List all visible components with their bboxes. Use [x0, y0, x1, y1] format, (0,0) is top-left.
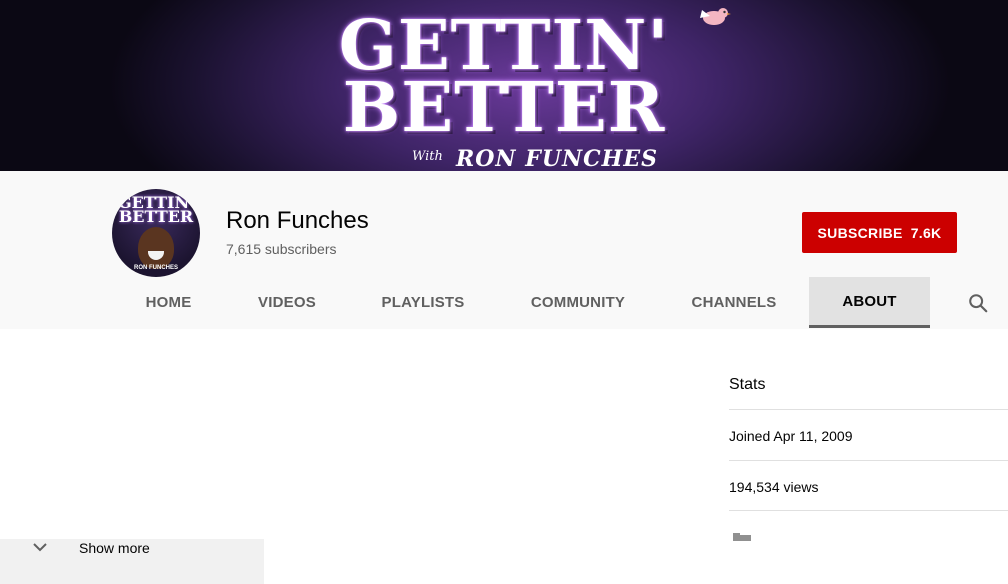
- chevron-down-icon: [33, 543, 47, 552]
- subscribe-label: SUBSCRIBE: [817, 224, 903, 241]
- tab-videos[interactable]: VIDEOS: [244, 277, 330, 328]
- avatar-face: [138, 227, 174, 269]
- tab-community[interactable]: COMMUNITY: [515, 277, 641, 328]
- search-icon: [969, 294, 988, 313]
- subscriber-count: 7,615 subscribers: [226, 241, 337, 257]
- stats-views: 194,534 views: [729, 479, 819, 495]
- stats-divider: [729, 510, 1008, 540]
- tab-channels[interactable]: CHANNELS: [677, 277, 791, 328]
- show-more-label: Show more: [79, 540, 150, 556]
- channel-avatar[interactable]: GETTIN' BETTER RON FUNCHES: [112, 189, 200, 277]
- subscribe-count: 7.6K: [910, 224, 942, 241]
- channel-name: Ron Funches: [226, 207, 369, 234]
- avatar-text-line2: BETTER: [118, 207, 194, 226]
- stats-joined-row: Joined Apr 11, 2009: [729, 409, 1008, 460]
- channel-banner: GETTIN' BETTER With RON FUNCHES: [0, 0, 1008, 171]
- subscribe-button[interactable]: SUBSCRIBE 7.6K: [802, 212, 957, 253]
- bird-icon: [700, 8, 731, 25]
- banner-with: With: [412, 149, 443, 164]
- show-more-button[interactable]: Show more: [0, 539, 264, 584]
- tab-about[interactable]: ABOUT: [809, 277, 930, 328]
- banner-subtitle: With RON FUNCHES: [412, 146, 658, 171]
- channel-tabs: HOME VIDEOS PLAYLISTS COMMUNITY CHANNELS…: [0, 277, 1008, 329]
- channel-header: GETTIN' BETTER RON FUNCHES Ron Funches 7…: [0, 171, 1008, 329]
- tab-playlists[interactable]: PLAYLISTS: [366, 277, 480, 328]
- tab-home[interactable]: HOME: [128, 277, 209, 328]
- channel-search-button[interactable]: [960, 291, 996, 315]
- flag-icon[interactable]: [733, 533, 751, 541]
- banner-host: RON FUNCHES: [455, 146, 659, 171]
- stats-joined: Joined Apr 11, 2009: [729, 428, 853, 444]
- stats-title: Stats: [729, 376, 766, 393]
- avatar-footer: RON FUNCHES: [133, 265, 178, 271]
- stats-views-row: 194,534 views: [729, 460, 1008, 510]
- banner-title-line2: BETTER: [342, 68, 666, 148]
